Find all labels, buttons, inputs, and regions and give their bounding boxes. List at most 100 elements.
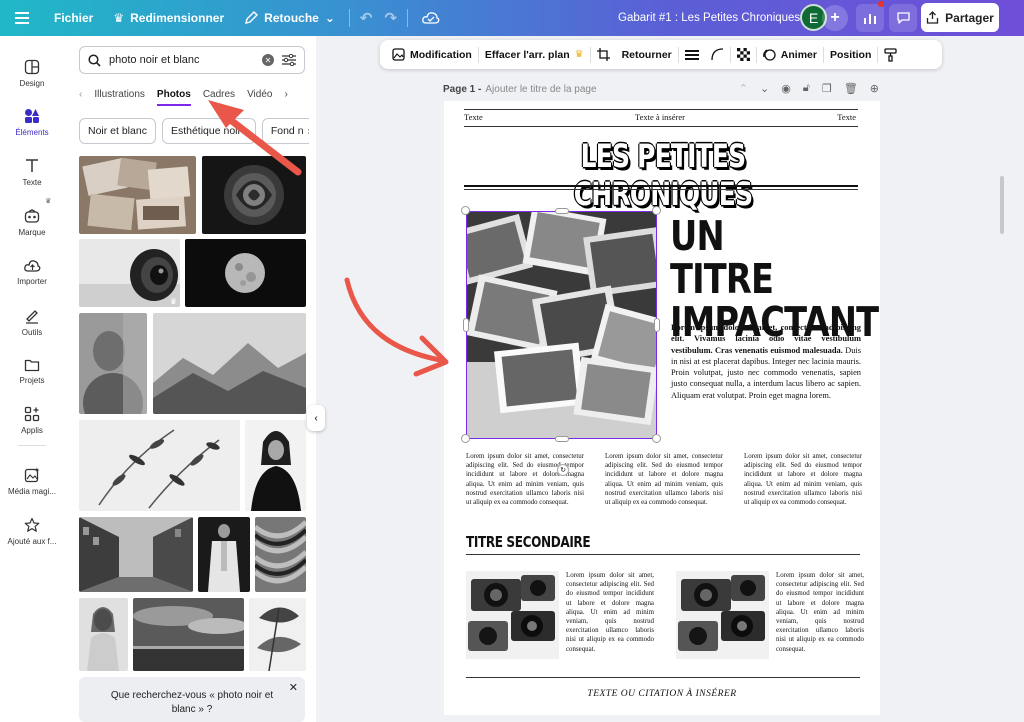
- resize-menu[interactable]: ♛ Redimensionner: [103, 0, 234, 36]
- search-box[interactable]: ✕: [79, 46, 305, 74]
- filter-chips: Noir et blanc Esthétique noire Fond n ›: [79, 118, 309, 146]
- canvas-scrollbar-thumb[interactable]: [1000, 176, 1004, 234]
- rail-item-starred[interactable]: Ajouté aux f...: [0, 508, 64, 554]
- lede-paragraph[interactable]: Lorem ipsum dolor sit amet, consectetur …: [671, 322, 861, 401]
- masthead-title[interactable]: LES PETITES CHRONIQUES: [509, 137, 816, 213]
- position-button[interactable]: Position: [824, 40, 877, 69]
- chip-black-white[interactable]: Noir et blanc: [79, 118, 156, 144]
- lock-icon[interactable]: 🔓︎: [803, 82, 810, 95]
- rail-item-projects[interactable]: Projets: [0, 348, 64, 394]
- flip-button[interactable]: Retourner: [616, 40, 678, 69]
- photo-thumbnail[interactable]: [79, 156, 196, 234]
- page-actions: ⌃ ⌄ ◉ 🔓︎ ❐ 🗑︎ ⊕: [739, 82, 879, 95]
- photo-thumbnail[interactable]: [79, 420, 240, 511]
- trash-icon[interactable]: 🗑︎: [844, 82, 858, 95]
- chevron-up-icon[interactable]: ⌃: [739, 82, 748, 95]
- resize-handle-top[interactable]: [555, 208, 569, 214]
- photo-thumbnail[interactable]: ♛: [79, 239, 180, 307]
- rail-item-apps[interactable]: Applis: [0, 397, 64, 443]
- document-title[interactable]: Gabarit #1 : Les Petites Chroniques: [618, 0, 800, 36]
- camera-photo-1[interactable]: [466, 571, 559, 659]
- design-canvas[interactable]: Texte Texte à insérer Texte LES PETITES …: [444, 101, 880, 715]
- photo-thumbnail[interactable]: [79, 517, 193, 592]
- tabs-scroll-left-icon[interactable]: ‹: [79, 89, 82, 100]
- edit-image-button[interactable]: Modification: [386, 40, 478, 69]
- undo-button[interactable]: ↶: [354, 0, 379, 36]
- resize-handle-tl[interactable]: [461, 206, 470, 215]
- duplicate-icon[interactable]: ❐: [822, 82, 832, 95]
- invite-button[interactable]: +: [822, 5, 848, 31]
- body-column-1[interactable]: Lorem ipsum dolor sit amet, consectetur …: [466, 452, 584, 507]
- tabs-scroll-right-icon[interactable]: ›: [284, 89, 287, 100]
- rail-item-upload[interactable]: Importer: [0, 249, 64, 295]
- photo-thumbnail[interactable]: [255, 517, 306, 592]
- photo-thumbnail[interactable]: [133, 598, 244, 671]
- search-feedback-box[interactable]: ✕ Que recherchez-vous « photo noir et bl…: [79, 677, 305, 722]
- page-title-input[interactable]: Ajouter le titre de la page: [485, 84, 596, 95]
- tab-videos[interactable]: Vidéo: [247, 89, 272, 100]
- resize-handle-tr[interactable]: [652, 206, 661, 215]
- copy-style-button[interactable]: [878, 40, 903, 69]
- chip-background[interactable]: Fond n ›: [261, 118, 309, 144]
- photo-thumbnail[interactable]: [202, 156, 306, 234]
- rail-item-brand[interactable]: ♛ Marque: [0, 198, 64, 245]
- canvas-scrollbar-track[interactable]: [1000, 36, 1024, 722]
- camera-text-2[interactable]: Lorem ipsum dolor sit amet, consectetur …: [776, 571, 864, 654]
- rail-item-elements[interactable]: Éléments: [0, 99, 64, 145]
- redo-button[interactable]: ↷: [378, 0, 403, 36]
- file-menu[interactable]: Fichier: [44, 0, 103, 36]
- tab-frames[interactable]: Cadres: [203, 89, 235, 100]
- corner-rounding-button[interactable]: [705, 40, 730, 69]
- top-center-text[interactable]: Texte à insérer: [635, 112, 685, 122]
- close-icon[interactable]: ✕: [289, 681, 298, 695]
- photo-thumbnail[interactable]: [185, 239, 306, 307]
- transparency-button[interactable]: [731, 40, 756, 69]
- chevron-down-icon[interactable]: ⌄: [760, 82, 769, 95]
- top-left-text[interactable]: Texte: [464, 112, 483, 122]
- crop-button[interactable]: [591, 40, 616, 69]
- camera-text-1[interactable]: Lorem ipsum dolor sit amet, consectetur …: [566, 571, 654, 654]
- eye-icon[interactable]: ◉: [781, 82, 791, 95]
- insights-button[interactable]: [856, 4, 884, 32]
- resize-handle-right[interactable]: [654, 318, 660, 332]
- remove-background-button[interactable]: Effacer l'arr. plan ♛: [479, 40, 590, 69]
- rail-item-magic-media[interactable]: Média magi...: [0, 458, 64, 504]
- rotate-icon[interactable]: ↻: [557, 464, 569, 476]
- chip-dark-aesthetic[interactable]: Esthétique noire: [161, 118, 256, 144]
- photo-thumbnail[interactable]: [198, 517, 250, 592]
- photo-thumbnail[interactable]: [245, 420, 306, 511]
- camera-photo-2[interactable]: [676, 571, 769, 659]
- rail-item-design[interactable]: Design: [0, 50, 64, 96]
- body-column-2[interactable]: Lorem ipsum dolor sit amet, consectetur …: [605, 452, 723, 507]
- search-input[interactable]: [109, 54, 254, 66]
- cloud-save-button[interactable]: [412, 0, 450, 36]
- top-right-text[interactable]: Texte: [837, 112, 856, 122]
- border-style-button[interactable]: [679, 40, 705, 69]
- resize-handle-br[interactable]: [652, 434, 661, 443]
- resize-handle-bottom[interactable]: [555, 436, 569, 442]
- edit-mode-menu[interactable]: Retouche ⌄: [234, 0, 345, 36]
- quote-text[interactable]: TEXTE OU CITATION À INSÉRER: [466, 689, 858, 699]
- selected-photo[interactable]: [466, 211, 657, 439]
- photo-thumbnail[interactable]: [79, 313, 147, 414]
- photo-thumbnail[interactable]: [79, 598, 128, 671]
- add-page-icon[interactable]: ⊕: [870, 82, 879, 95]
- collapse-panel-button[interactable]: ‹: [307, 405, 325, 431]
- rail-item-tools[interactable]: Outils: [0, 299, 64, 345]
- rail-item-text[interactable]: Texte: [0, 149, 64, 195]
- clear-search-icon[interactable]: ✕: [262, 54, 274, 66]
- animate-button[interactable]: Animer: [757, 40, 823, 69]
- filter-sliders-icon[interactable]: [282, 54, 296, 66]
- comments-button[interactable]: [889, 4, 917, 32]
- secondary-title[interactable]: TITRE SECONDAIRE: [466, 533, 591, 551]
- tab-illustrations[interactable]: Illustrations: [94, 89, 145, 100]
- resize-handle-bl[interactable]: [461, 434, 470, 443]
- share-button[interactable]: Partager: [921, 3, 999, 32]
- tab-photos[interactable]: Photos: [156, 89, 191, 106]
- category-tabs: ‹ Illustrations Photos Cadres Vidéo ›: [79, 82, 305, 106]
- resize-handle-left[interactable]: [463, 318, 469, 332]
- menu-button[interactable]: [0, 0, 44, 36]
- photo-thumbnail[interactable]: [153, 313, 306, 414]
- photo-thumbnail[interactable]: [249, 598, 306, 671]
- body-column-3[interactable]: Lorem ipsum dolor sit amet, consectetur …: [744, 452, 862, 507]
